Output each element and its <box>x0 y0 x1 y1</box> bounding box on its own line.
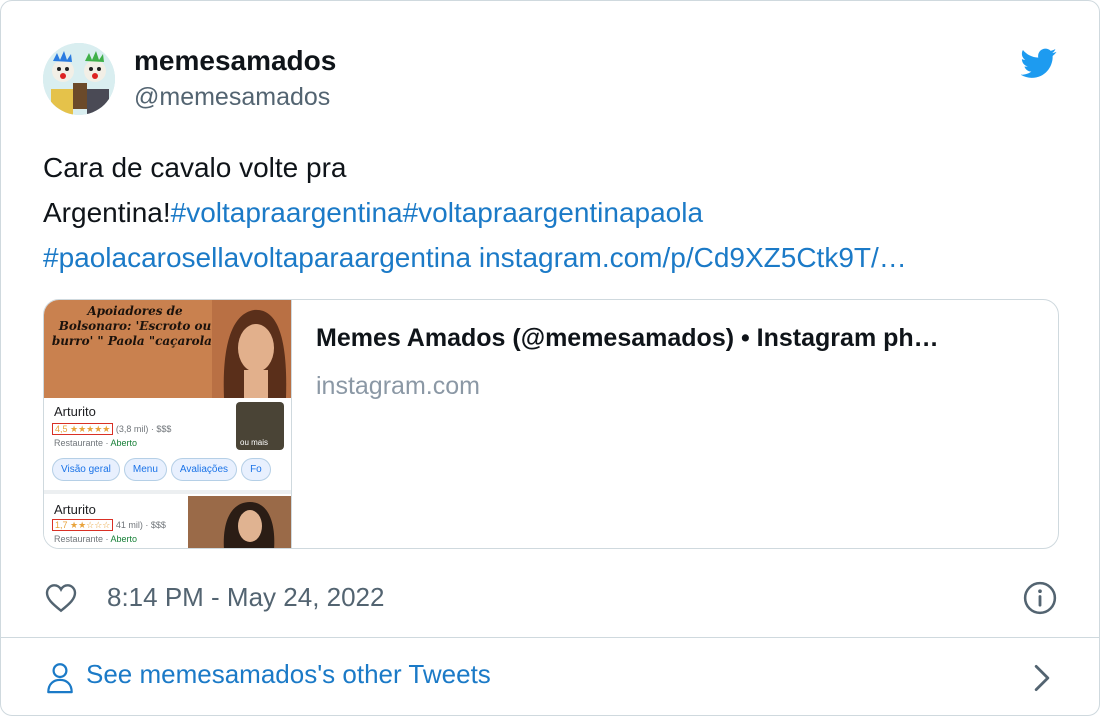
place-category: Restaurante <box>54 534 104 544</box>
chip: Menu <box>123 458 167 481</box>
author-handle[interactable]: @memesamados <box>134 83 330 112</box>
place-meta: Restaurante · Aberto <box>54 534 138 544</box>
tweet-url-link[interactable]: instagram.com/p/Cd9XZ5Ctk9T/… <box>479 242 907 273</box>
place-status: Aberto <box>110 438 138 448</box>
tweet-text: Cara de cavalo volte pra Argentina!#volt… <box>43 145 1053 280</box>
chip: Avaliações <box>170 458 238 481</box>
person-icon <box>47 663 73 694</box>
tweet-text-part: Cara de cavalo volte pra <box>43 152 347 183</box>
thumbnail-maps-listing: Arturito 4,5 ★★★★★ (3,8 mil) · $$$ Resta… <box>44 398 291 548</box>
chip: Fo <box>241 458 271 481</box>
author-display-name[interactable]: memesamados <box>134 45 336 77</box>
photo-label: ou mais <box>240 438 269 447</box>
place-meta: Restaurante · Aberto <box>54 438 138 448</box>
author-avatar[interactable] <box>43 43 115 115</box>
hashtag-link[interactable]: #voltapraargentinapaola <box>403 197 703 228</box>
tweet-timestamp[interactable]: 8:14 PM - May 24, 2022 <box>107 582 384 613</box>
link-preview-card[interactable]: Apoiadores de Bolsonaro: 'Escroto ou bur… <box>43 299 1059 549</box>
thumbnail-banner: Apoiadores de Bolsonaro: 'Escroto ou bur… <box>44 300 291 398</box>
portrait-image <box>212 300 291 398</box>
see-other-tweets-label[interactable]: See memesamados's other Tweets <box>86 659 491 690</box>
link-preview-title[interactable]: Memes Amados (@memesamados) • Instagram … <box>316 324 1036 353</box>
chip-row: Visão geral Menu Avaliações Fo <box>52 458 275 481</box>
tweet-text-part: Argentina! <box>43 197 171 228</box>
avatar-image <box>43 43 115 115</box>
link-preview-thumbnail: Apoiadores de Bolsonaro: 'Escroto ou bur… <box>44 300 292 548</box>
listing-divider <box>44 490 291 494</box>
thumbnail-headline: Apoiadores de Bolsonaro: 'Escroto ou bur… <box>51 304 219 348</box>
embedded-tweet-card: memesamados @memesamados Cara de cavalo … <box>0 0 1100 716</box>
see-other-tweets-link[interactable]: See memesamados's other Tweets <box>1 638 1099 715</box>
twitter-bird-icon[interactable] <box>1021 45 1057 81</box>
place-rating: 4,5 ★★★★★ (3,8 mil) · $$$ <box>52 423 172 435</box>
rating-stars: 1,7 ★★☆☆☆ <box>52 519 114 531</box>
chevron-right-icon[interactable] <box>1031 664 1053 692</box>
hashtag-link[interactable]: #voltapraargentina <box>171 197 403 228</box>
place-status: Aberto <box>110 534 138 544</box>
place-rating: 1,7 ★★☆☆☆ 41 mil) · $$$ <box>52 519 166 531</box>
chip: Visão geral <box>52 458 120 481</box>
place-category: Restaurante <box>54 438 104 448</box>
heart-icon[interactable] <box>45 583 77 613</box>
place-name: Arturito <box>54 502 96 517</box>
place-name: Arturito <box>54 404 96 419</box>
info-icon[interactable] <box>1023 581 1057 615</box>
link-preview-domain: instagram.com <box>316 372 480 400</box>
rating-reviews: 41 mil) · $$$ <box>115 520 166 530</box>
portrait-image <box>188 496 291 548</box>
rating-reviews: (3,8 mil) · $$$ <box>115 424 172 434</box>
rating-stars: 4,5 ★★★★★ <box>52 423 114 435</box>
hashtag-link[interactable]: #paolacarosellavoltaparaargentina <box>43 242 471 273</box>
